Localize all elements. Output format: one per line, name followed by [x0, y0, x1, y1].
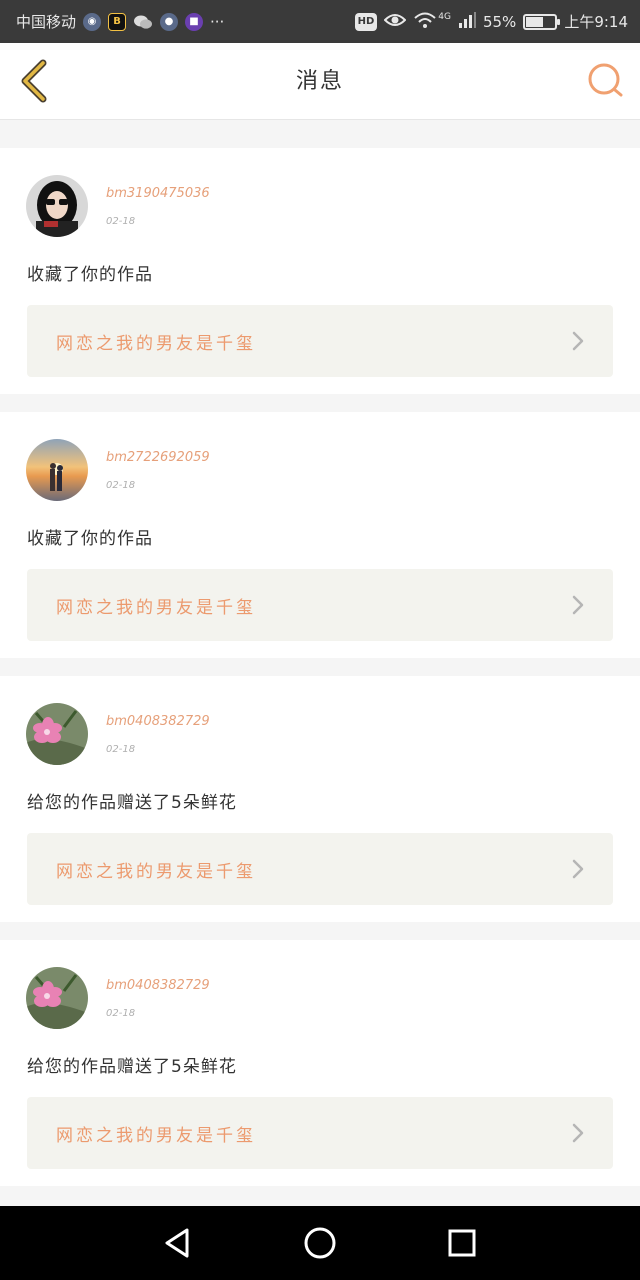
- avatar[interactable]: [26, 967, 88, 1029]
- hd-icon: HD: [354, 12, 378, 31]
- avatar[interactable]: [26, 439, 88, 501]
- header: 消息: [0, 43, 640, 120]
- app-icon: ●: [160, 12, 179, 31]
- battery-icon: [523, 13, 561, 30]
- username[interactable]: bm0408382729: [106, 714, 210, 729]
- chevron-right-icon: [572, 595, 584, 615]
- app-icon-2: ■: [185, 12, 204, 31]
- username[interactable]: bm2722692059: [106, 450, 210, 465]
- navigation-bar: [0, 1206, 640, 1280]
- message-text: 收藏了你的作品: [27, 265, 153, 285]
- work-link[interactable]: 网恋之我的男友是千玺: [27, 833, 613, 905]
- message-card: bm0408382729 02-18 给您的作品赠送了5朵鲜花 网恋之我的男友是…: [0, 676, 640, 922]
- signal-icon: [458, 11, 476, 32]
- username[interactable]: bm3190475036: [106, 186, 210, 201]
- nav-recents-button[interactable]: [441, 1222, 483, 1264]
- work-title: 网恋之我的男友是千玺: [56, 861, 256, 882]
- message-date: 02-18: [106, 216, 136, 227]
- message-text: 收藏了你的作品: [27, 529, 153, 549]
- work-title: 网恋之我的男友是千玺: [56, 1125, 256, 1146]
- clock: 上午9:14: [564, 13, 628, 31]
- search-button[interactable]: [586, 61, 626, 101]
- message-date: 02-18: [106, 744, 136, 755]
- search-icon: [588, 63, 623, 97]
- work-link[interactable]: 网恋之我的男友是千玺: [27, 569, 613, 641]
- message-card: bm2722692059 02-18 收藏了你的作品 网恋之我的男友是千玺: [0, 412, 640, 658]
- back-button[interactable]: [14, 57, 54, 105]
- status-bar: 中国移动 ◉ B ● ■ ··· HD 4G 55% 上午9:14: [0, 0, 640, 43]
- message-date: 02-18: [106, 1008, 136, 1019]
- chevron-right-icon: [572, 331, 584, 351]
- avatar[interactable]: [26, 703, 88, 765]
- message-text: 给您的作品赠送了5朵鲜花: [27, 793, 237, 813]
- notification-icon: ◉: [83, 12, 102, 31]
- network-type: 4G: [438, 11, 451, 22]
- nav-back-button[interactable]: [157, 1222, 199, 1264]
- work-link[interactable]: 网恋之我的男友是千玺: [27, 305, 613, 377]
- back-triangle-icon: [165, 1228, 189, 1258]
- page-title: 消息: [295, 69, 344, 94]
- eye-icon: [383, 12, 407, 32]
- wechat-icon: [133, 13, 153, 31]
- chevron-right-icon: [572, 1123, 584, 1143]
- carrier-label: 中国移动: [16, 13, 77, 31]
- username[interactable]: bm0408382729: [106, 978, 210, 993]
- message-text: 给您的作品赠送了5朵鲜花: [27, 1057, 237, 1077]
- work-title: 网恋之我的男友是千玺: [56, 333, 256, 354]
- work-link[interactable]: 网恋之我的男友是千玺: [27, 1097, 613, 1169]
- nav-home-button[interactable]: [299, 1222, 341, 1264]
- recents-square-icon: [448, 1229, 476, 1257]
- more-notifications: ···: [210, 12, 225, 31]
- message-card: bm3190475036 02-18 收藏了你的作品 网恋之我的男友是千玺: [0, 148, 640, 394]
- message-date: 02-18: [106, 480, 136, 491]
- battery-percent: 55%: [482, 12, 517, 31]
- chevron-left-icon: [21, 59, 47, 103]
- chevron-right-icon: [572, 859, 584, 879]
- wifi-icon: [413, 11, 437, 33]
- home-circle-icon: [304, 1227, 336, 1259]
- avatar[interactable]: [26, 175, 88, 237]
- bilibili-icon: B: [108, 12, 127, 31]
- work-title: 网恋之我的男友是千玺: [56, 597, 256, 618]
- message-card: bm0408382729 02-18 给您的作品赠送了5朵鲜花 网恋之我的男友是…: [0, 940, 640, 1186]
